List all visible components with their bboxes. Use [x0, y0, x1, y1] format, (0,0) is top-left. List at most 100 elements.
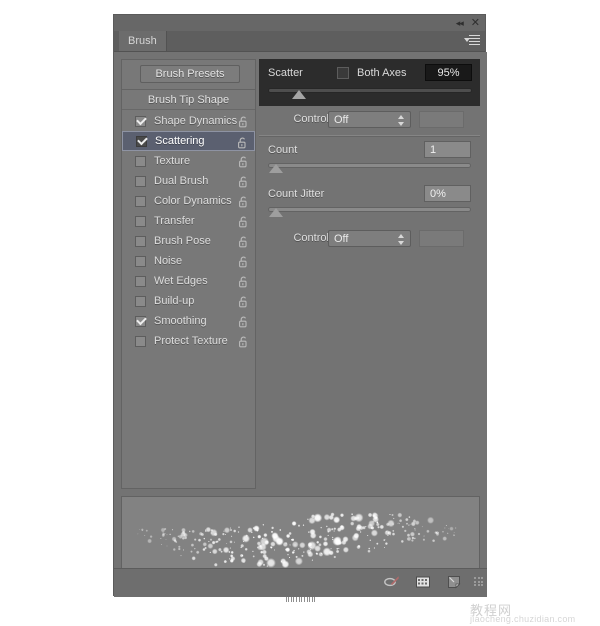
brush-option-checkbox[interactable] — [136, 135, 147, 147]
brush-option-texture[interactable]: Texture — [122, 151, 255, 171]
window-resize-grip[interactable] — [114, 595, 487, 604]
unlocked-padlock-icon[interactable] — [239, 115, 248, 128]
count-slider[interactable] — [268, 163, 471, 173]
unlocked-padlock-icon[interactable] — [239, 295, 248, 308]
watermark: 教程网 jiaocheng.chuzidian.com — [470, 600, 596, 624]
count-row: Count 1 — [259, 141, 480, 161]
brush-option-protect-texture[interactable]: Protect Texture — [122, 331, 255, 351]
scatter-slider-thumb[interactable] — [291, 90, 306, 99]
jitter-control-label: Control: — [293, 232, 332, 244]
unlocked-padlock-icon[interactable] — [239, 315, 248, 328]
unlocked-padlock-icon[interactable] — [239, 255, 248, 268]
jitter-control-select[interactable]: Off — [328, 230, 411, 247]
window-buttons: ◂◂ ✕ — [456, 16, 480, 30]
unlocked-padlock-icon[interactable] — [239, 235, 248, 248]
both-axes-label[interactable]: Both Axes — [357, 67, 407, 79]
count-jitter-row: Count Jitter 0% — [259, 185, 480, 205]
scatter-slider[interactable] — [268, 88, 472, 99]
count-jitter-value-input[interactable]: 0% — [424, 185, 471, 202]
scatter-control-label: Control: — [293, 113, 332, 125]
brush-option-label: Brush Pose — [154, 235, 211, 247]
brush-option-noise[interactable]: Noise — [122, 251, 255, 271]
brush-option-checkbox[interactable] — [135, 315, 146, 327]
scatter-control-row: Control: Off — [259, 110, 480, 130]
brush-option-checkbox[interactable] — [135, 235, 146, 247]
brush-option-label: Protect Texture — [154, 335, 228, 347]
panel-tabstrip: Brush — [114, 31, 485, 52]
brush-option-label: Build-up — [154, 295, 195, 307]
panel-bottom-bar — [114, 568, 487, 597]
jitter-control-row: Control: Off — [259, 229, 480, 249]
window-resize-grip-lines-icon — [285, 597, 316, 602]
divider — [259, 135, 480, 137]
count-jitter-label: Count Jitter — [268, 188, 325, 200]
brush-option-color-dynamics[interactable]: Color Dynamics — [122, 191, 255, 211]
brush-options-list-panel: Brush Presets Brush Tip Shape Shape Dyna… — [121, 59, 256, 489]
brush-option-list: Shape Dynamics Scattering Texture Dual B… — [122, 111, 255, 351]
scattering-settings-panel: Scatter Both Axes 95% Control: Off Count… — [259, 59, 480, 489]
count-slider-thumb[interactable] — [269, 164, 283, 173]
resize-grip-icon[interactable] — [474, 577, 483, 587]
new-brush-icon[interactable] — [445, 573, 463, 591]
brush-option-smoothing[interactable]: Smoothing — [122, 311, 255, 331]
scatter-control-select[interactable]: Off — [328, 111, 411, 128]
unlocked-padlock-icon[interactable] — [239, 195, 248, 208]
brush-option-checkbox[interactable] — [135, 155, 146, 167]
unlocked-padlock-icon[interactable] — [239, 175, 248, 188]
brush-option-checkbox[interactable] — [135, 115, 146, 127]
brush-option-scattering[interactable]: Scattering — [122, 131, 255, 151]
stepper-arrows-icon[interactable] — [398, 115, 405, 126]
brush-option-label: Shape Dynamics — [154, 115, 238, 127]
close-icon[interactable]: ✕ — [471, 17, 480, 29]
brush-option-transfer[interactable]: Transfer — [122, 211, 255, 231]
brush-stroke-preview-graphic — [137, 512, 457, 569]
tab-brush[interactable]: Brush — [119, 31, 167, 51]
brush-presets-row: Brush Presets — [122, 60, 255, 90]
brush-option-label: Smoothing — [154, 315, 207, 327]
count-jitter-slider[interactable] — [268, 207, 471, 217]
unlocked-padlock-icon[interactable] — [239, 155, 248, 168]
brush-option-checkbox[interactable] — [135, 335, 146, 347]
brush-option-label: Noise — [154, 255, 183, 267]
panel-menu-bars-icon — [469, 35, 480, 46]
unlocked-padlock-icon[interactable] — [238, 136, 247, 149]
brush-option-label: Scattering — [155, 135, 205, 147]
brush-option-checkbox[interactable] — [135, 255, 146, 267]
scatter-control-extra-field — [419, 111, 464, 128]
unlocked-padlock-icon[interactable] — [239, 215, 248, 228]
panel-body: Brush Presets Brush Tip Shape Shape Dyna… — [114, 52, 487, 597]
brush-option-checkbox[interactable] — [135, 175, 146, 187]
count-jitter-slider-thumb[interactable] — [269, 208, 283, 217]
scatter-label: Scatter — [268, 67, 303, 79]
panel-titlebar: ◂◂ ✕ — [114, 15, 485, 32]
scatter-value-input[interactable]: 95% — [425, 64, 472, 81]
both-axes-checkbox[interactable] — [337, 67, 349, 79]
jitter-control-extra-field — [419, 230, 464, 247]
brush-option-label: Color Dynamics — [154, 195, 232, 207]
brush-option-label: Texture — [154, 155, 191, 167]
brush-presets-button[interactable]: Brush Presets — [140, 65, 240, 83]
create-new-brush-preset-icon[interactable] — [383, 573, 401, 591]
screenshot-root: ◂◂ ✕ Brush Brush Presets Brush Tip Shape — [0, 0, 600, 626]
brush-option-checkbox[interactable] — [135, 215, 146, 227]
brush-tip-shape-item[interactable]: Brush Tip Shape — [122, 90, 255, 110]
brush-option-wet-edges[interactable]: Wet Edges — [122, 271, 255, 291]
scatter-block: Scatter Both Axes 95% — [259, 59, 480, 106]
toggle-brush-panel-icon[interactable] — [414, 573, 432, 591]
scatter-header-row: Scatter Both Axes 95% — [259, 59, 480, 89]
brush-option-brush-pose[interactable]: Brush Pose — [122, 231, 255, 251]
unlocked-padlock-icon[interactable] — [239, 275, 248, 288]
brush-option-checkbox[interactable] — [135, 195, 146, 207]
brush-option-checkbox[interactable] — [135, 295, 146, 307]
brush-option-shape-dynamics[interactable]: Shape Dynamics — [122, 111, 255, 131]
collapse-double-arrow-icon[interactable]: ◂◂ — [456, 17, 464, 29]
brush-option-build-up[interactable]: Build-up — [122, 291, 255, 311]
unlocked-padlock-icon[interactable] — [239, 335, 248, 348]
brush-option-dual-brush[interactable]: Dual Brush — [122, 171, 255, 191]
count-value-input[interactable]: 1 — [424, 141, 471, 158]
bottom-bar-icons — [383, 573, 463, 591]
brush-option-checkbox[interactable] — [135, 275, 146, 287]
stepper-arrows-icon[interactable] — [398, 234, 405, 245]
panel-menu-icon[interactable] — [464, 35, 480, 47]
watermark-url-text: jiaocheng.chuzidian.com — [470, 614, 576, 624]
